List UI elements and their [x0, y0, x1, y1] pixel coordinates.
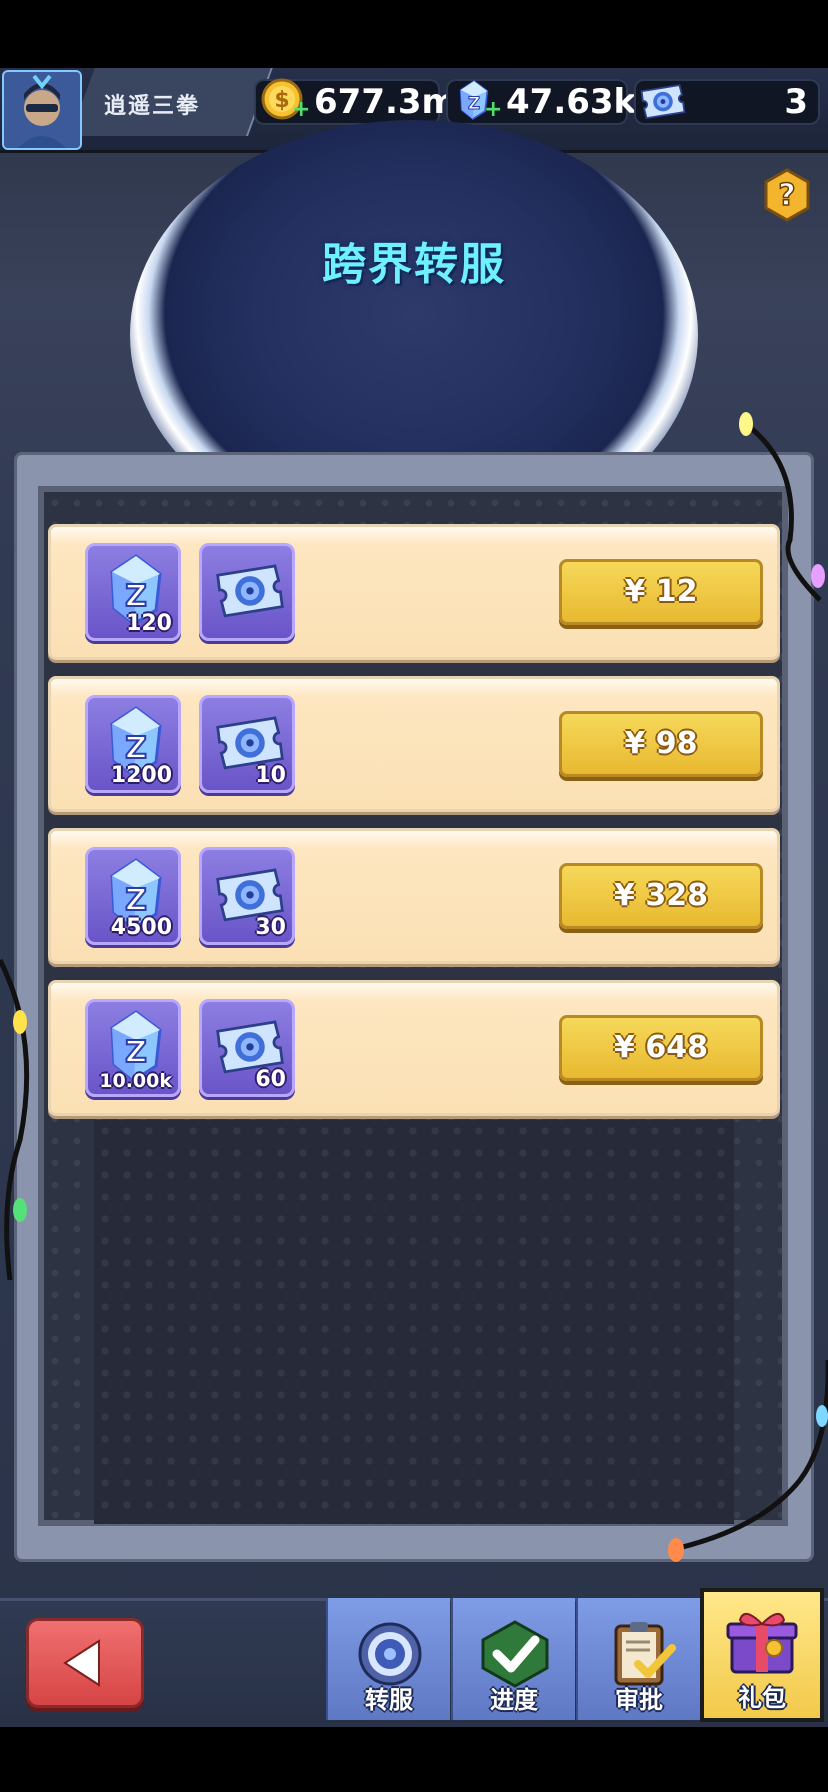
svg-text:?: ? — [778, 178, 795, 213]
gem-value: 47.63k — [506, 82, 637, 122]
svg-text:$: $ — [274, 88, 289, 113]
tab-approve[interactable]: 审批 — [576, 1598, 700, 1720]
gift-box-icon — [726, 1613, 798, 1674]
portal-icon — [358, 1622, 422, 1686]
gold-value: 677.3m — [314, 82, 457, 122]
tab-label: 转服 — [365, 1686, 413, 1714]
gold-add-icon[interactable]: + — [292, 97, 310, 122]
page-title: 跨界转服 — [322, 239, 506, 290]
tab-transfer[interactable]: 转服 — [326, 1598, 450, 1720]
ticket-value: 3 — [784, 82, 808, 122]
tab-label: 礼包 — [738, 1684, 786, 1712]
player-name: 逍遥三拳 — [104, 94, 201, 119]
clipboard-icon — [614, 1622, 676, 1686]
gem-add-icon[interactable]: + — [484, 97, 502, 122]
tab-progress[interactable]: 进度 — [451, 1598, 575, 1720]
back-button[interactable] — [26, 1618, 144, 1708]
portal-ticket-icon — [640, 84, 686, 120]
gem-counter[interactable]: + 47.63k — [446, 79, 636, 125]
help-button[interactable]: ? — [764, 168, 810, 222]
back-arrow-icon — [63, 1639, 100, 1687]
checkmark-icon — [481, 1620, 549, 1688]
player-avatar[interactable] — [2, 70, 82, 150]
string-lights-decoration — [0, 412, 828, 1562]
tab-label: 审批 — [615, 1686, 663, 1714]
tab-label: 进度 — [490, 1686, 538, 1714]
gold-counter[interactable]: $ + 677.3m — [254, 78, 457, 125]
tab-gift[interactable]: 礼包 — [700, 1588, 824, 1722]
ticket-counter: 3 — [634, 79, 820, 125]
question-mark-icon: ? — [764, 168, 810, 222]
